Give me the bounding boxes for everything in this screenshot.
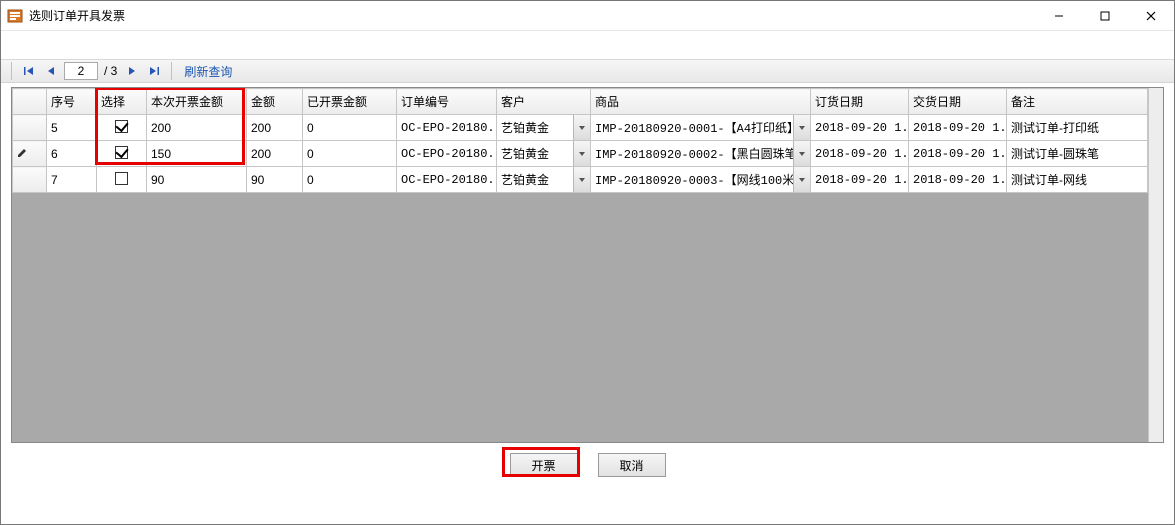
row-indicator[interactable] [13,167,47,193]
header-rowselector[interactable] [13,89,47,115]
cell-deliver-date[interactable]: 2018-09-20 1... [909,141,1007,167]
header-amount[interactable]: 金额 [247,89,303,115]
cell-order-no[interactable]: OC-EPO-20180... [397,141,497,167]
dropdown-icon[interactable] [793,115,810,140]
cell-order-date[interactable]: 2018-09-20 1... [811,141,909,167]
window-controls [1036,1,1174,31]
header-invoiced[interactable]: 已开票金额 [303,89,397,115]
cell-customer[interactable]: 艺铂黄金 [497,167,591,193]
header-order-no[interactable]: 订单编号 [397,89,497,115]
cell-this-amount[interactable]: 90 [147,167,247,193]
dropdown-icon[interactable] [793,141,810,166]
header-select[interactable]: 选择 [97,89,147,115]
cell-invoiced[interactable]: 0 [303,115,397,141]
cell-customer[interactable]: 艺铂黄金 [497,141,591,167]
invoice-button[interactable]: 开票 [510,453,578,477]
header-product[interactable]: 商品 [591,89,811,115]
nav-first-button[interactable] [20,61,38,81]
nav-page-input[interactable] [64,62,98,80]
nav-refresh-link[interactable]: 刷新查询 [180,63,236,80]
orders-table: 序号 选择 本次开票金额 金额 已开票金额 订单编号 客户 商品 订货日期 交货… [12,88,1148,193]
dropdown-icon[interactable] [573,167,590,192]
cell-remark[interactable]: 测试订单-网线 [1007,167,1148,193]
cell-deliver-date[interactable]: 2018-09-20 1... [909,167,1007,193]
cell-product[interactable]: IMP-20180920-0003-【网线100米 [591,167,811,193]
cell-seq[interactable]: 7 [47,167,97,193]
nav-next-button[interactable] [123,61,141,81]
maximize-button[interactable] [1082,1,1128,31]
cell-amount[interactable]: 200 [247,115,303,141]
cell-deliver-date[interactable]: 2018-09-20 1... [909,115,1007,141]
cell-order-date[interactable]: 2018-09-20 1... [811,115,909,141]
dropdown-icon[interactable] [573,141,590,166]
cell-select-checkbox[interactable] [97,167,147,193]
cell-seq[interactable]: 6 [47,141,97,167]
header-this-amount[interactable]: 本次开票金额 [147,89,247,115]
cell-order-no[interactable]: OC-EPO-20180... [397,167,497,193]
nav-last-button[interactable] [145,61,163,81]
close-button[interactable] [1128,1,1174,31]
grid-vertical-scrollbar[interactable] [1148,88,1163,442]
header-deliver-date[interactable]: 交货日期 [909,89,1007,115]
cell-invoiced[interactable]: 0 [303,167,397,193]
cell-product[interactable]: IMP-20180920-0002-【黑白圆珠笔】 [591,141,811,167]
table-row[interactable]: 790900OC-EPO-20180...艺铂黄金IMP-20180920-00… [13,167,1148,193]
nav-page-total: / 3 [102,64,119,78]
cell-invoiced[interactable]: 0 [303,141,397,167]
cancel-button[interactable]: 取消 [598,453,666,477]
cell-product[interactable]: IMP-20180920-0001-【A4打印纸】 [591,115,811,141]
table-row[interactable]: 6 1502000OC-EPO-20180...艺铂黄金IMP-20180920-… [13,141,1148,167]
cell-remark[interactable]: 测试订单-圆珠笔 [1007,141,1148,167]
minimize-button[interactable] [1036,1,1082,31]
cell-order-date[interactable]: 2018-09-20 1... [811,167,909,193]
cell-amount[interactable]: 90 [247,167,303,193]
cell-seq[interactable]: 5 [47,115,97,141]
app-icon [7,8,23,24]
header-seq[interactable]: 序号 [47,89,97,115]
cell-amount[interactable]: 200 [247,141,303,167]
header-order-date[interactable]: 订货日期 [811,89,909,115]
dropdown-icon[interactable] [573,115,590,140]
window-title: 选则订单开具发票 [29,7,125,24]
cell-select-checkbox[interactable] [97,115,147,141]
cell-remark[interactable]: 测试订单-打印纸 [1007,115,1148,141]
cell-this-amount[interactable]: 200 [147,115,247,141]
header-remark[interactable]: 备注 [1007,89,1148,115]
table-row[interactable]: 52002000OC-EPO-20180...艺铂黄金IMP-20180920-… [13,115,1148,141]
header-customer[interactable]: 客户 [497,89,591,115]
cell-this-amount[interactable]: 150 [147,141,247,167]
row-indicator[interactable] [13,141,47,167]
dropdown-icon[interactable] [793,167,810,192]
cell-customer[interactable]: 艺铂黄金 [497,115,591,141]
nav-prev-button[interactable] [42,61,60,81]
cell-order-no[interactable]: OC-EPO-20180... [397,115,497,141]
row-indicator[interactable] [13,115,47,141]
cell-select-checkbox[interactable] [97,141,147,167]
